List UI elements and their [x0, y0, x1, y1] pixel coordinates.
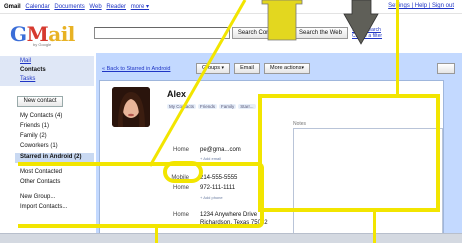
- annotation-pointers: [148, 0, 379, 167]
- annotation-line: [148, 0, 247, 167]
- down-arrow-icon: [343, 0, 379, 45]
- up-arrow-icon: [261, 0, 303, 41]
